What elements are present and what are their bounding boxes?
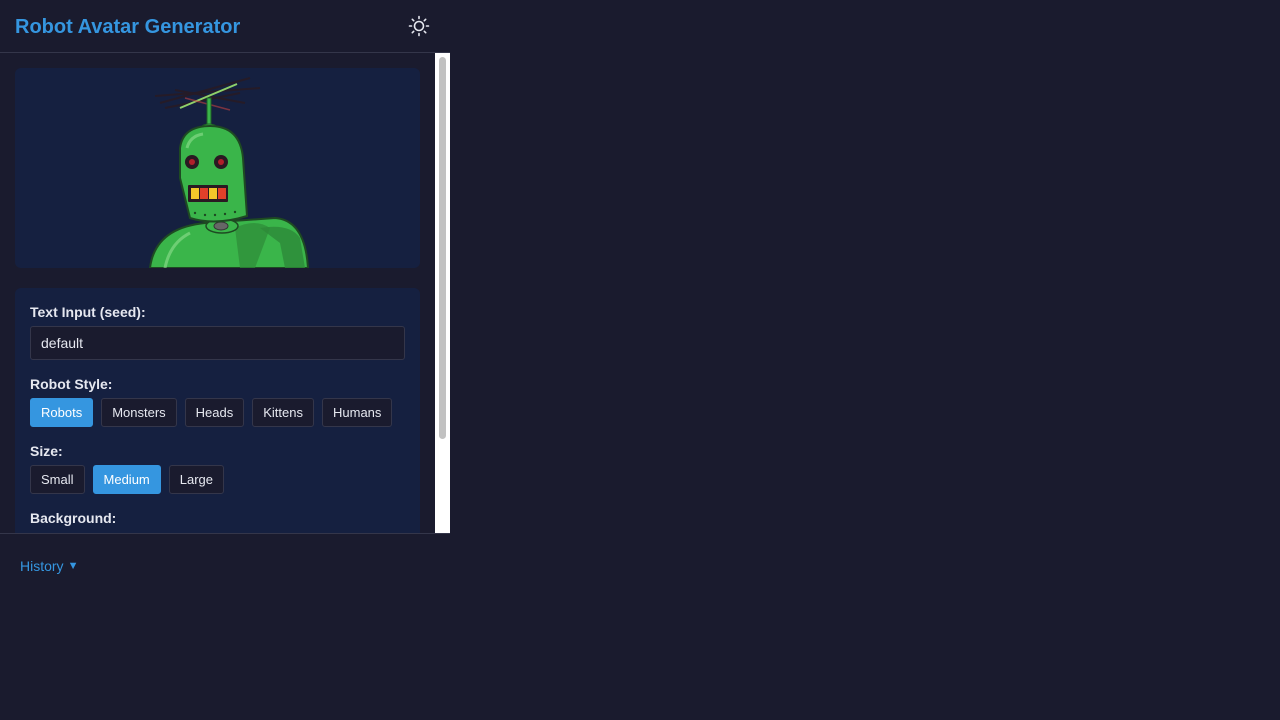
divider	[0, 533, 450, 534]
history-label: History	[20, 558, 64, 574]
avatar-preview	[15, 68, 420, 268]
app-header: Robot Avatar Generator	[0, 0, 450, 53]
size-button-large[interactable]: Large	[168, 465, 225, 494]
size-button-small[interactable]: Small	[30, 465, 85, 494]
style-button-humans[interactable]: Humans	[322, 398, 393, 427]
scrollbar-thumb[interactable]	[439, 57, 446, 439]
generator-panel: Text Input (seed): Robot Style: Robots M…	[0, 53, 435, 533]
style-button-robots[interactable]: Robots	[30, 398, 94, 427]
panel-scrollbar[interactable]	[435, 53, 450, 533]
seed-input[interactable]	[30, 326, 405, 360]
theme-toggle-button[interactable]	[406, 13, 432, 39]
size-label: Size:	[30, 443, 63, 459]
background-label: Background:	[30, 510, 117, 526]
history-toggle[interactable]: History ▼	[20, 558, 78, 574]
caret-down-icon: ▼	[67, 560, 79, 572]
style-label: Robot Style:	[30, 376, 113, 392]
seed-label: Text Input (seed):	[30, 304, 146, 320]
sun-icon	[408, 15, 430, 37]
size-button-group: Small Medium Large	[30, 465, 225, 494]
style-button-group: Robots Monsters Heads Kittens Humans	[30, 398, 393, 427]
app-title: Robot Avatar Generator	[15, 16, 241, 38]
style-button-monsters[interactable]: Monsters	[101, 398, 177, 427]
controls-card: Text Input (seed): Robot Style: Robots M…	[15, 288, 420, 533]
style-button-kittens[interactable]: Kittens	[252, 398, 314, 427]
size-button-medium[interactable]: Medium	[92, 465, 161, 494]
robot-avatar-image	[148, 77, 310, 268]
style-button-heads[interactable]: Heads	[184, 398, 245, 427]
